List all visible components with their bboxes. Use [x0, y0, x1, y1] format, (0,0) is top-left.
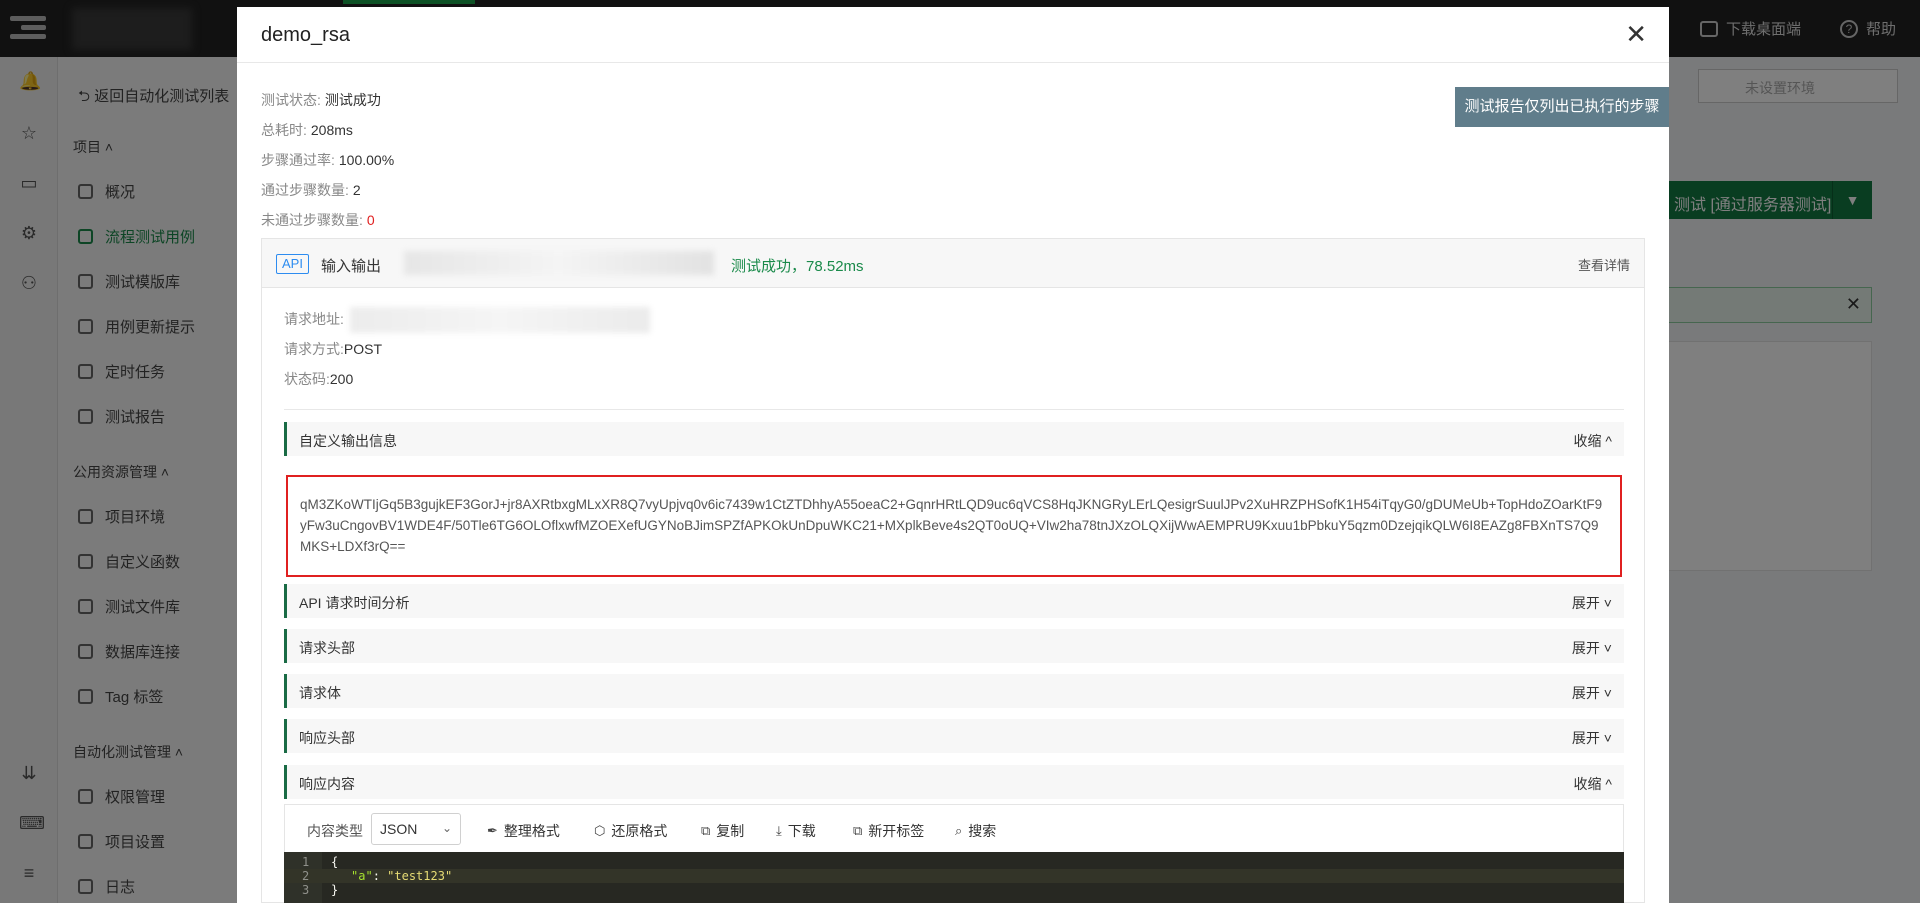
search-icon: ⌕: [955, 823, 963, 838]
modal-header: demo_rsa ✕: [237, 7, 1669, 63]
custom-output-text: qM3ZKoWTIjGq5B3gujkEF3GorJ+jr8AXRtbxgMLx…: [300, 497, 1603, 554]
new-tab-button[interactable]: ⧉ 新开标签: [853, 821, 924, 841]
collapse-toggle[interactable]: 收缩 ^: [1574, 774, 1612, 794]
test-report-modal: demo_rsa ✕ 测试状态: 测试成功 总耗时: 208ms 步骤通过率: 100…: [237, 7, 1669, 903]
section-request-headers[interactable]: 请求头部 展开 ˅: [284, 629, 1624, 663]
cube-icon: ⬡: [594, 823, 606, 838]
summary-passed-count: 通过步骤数量: 2: [261, 182, 361, 198]
summary-status: 测试状态: 测试成功: [261, 92, 381, 108]
view-detail-link[interactable]: 查看详情: [1578, 255, 1630, 274]
custom-output-box: qM3ZKoWTIjGq5B3gujkEF3GorJ+jr8AXRtbxgMLx…: [286, 475, 1622, 577]
content-type-select[interactable]: JSON ⌄: [371, 813, 461, 845]
expand-toggle[interactable]: 展开 ˅: [1572, 593, 1612, 613]
modal-title: demo_rsa: [261, 24, 350, 46]
expand-toggle[interactable]: 展开 ˅: [1572, 728, 1612, 748]
collapse-toggle[interactable]: 收缩 ^: [1574, 431, 1612, 451]
expand-toggle[interactable]: 展开 ˅: [1572, 683, 1612, 703]
section-custom-output[interactable]: 自定义输出信息 收缩 ^: [284, 422, 1624, 456]
summary-failed-count: 未通过步骤数量: 0: [261, 212, 375, 228]
close-icon[interactable]: ✕: [1625, 19, 1647, 50]
summary-pass-rate: 步骤通过率: 100.00%: [261, 152, 395, 168]
request-url-row: 请求地址:: [284, 304, 650, 334]
expand-toggle[interactable]: 展开 ˅: [1572, 638, 1612, 658]
api-status: 测试成功，78.52ms: [731, 258, 864, 275]
executed-steps-tip[interactable]: 测试报告仅列出已执行的步骤: [1455, 87, 1669, 127]
format-button[interactable]: ✒ 整理格式: [487, 821, 560, 841]
section-time-analysis[interactable]: API 请求时间分析 展开 ˅: [284, 584, 1624, 618]
download-icon: ⤓: [776, 823, 782, 838]
divider: [284, 409, 1624, 410]
section-response-content[interactable]: 响应内容 收缩 ^: [284, 765, 1624, 799]
response-code-editor[interactable]: 1 { 2 "a": "test123" 3 }: [284, 852, 1624, 903]
summary-duration: 总耗时: 208ms: [261, 122, 353, 138]
request-info: 请求地址: 请求方式:POST 状态码:200: [284, 304, 650, 394]
api-badge: API: [276, 254, 309, 274]
code-line: 3 }: [302, 883, 339, 897]
blurred-api-url: [404, 251, 714, 275]
section-response-headers[interactable]: 响应头部 展开 ˅: [284, 719, 1624, 753]
api-step-header[interactable]: API 输入输出 测试成功，78.52ms 查看详情: [262, 239, 1644, 288]
blurred-request-url: [349, 307, 650, 334]
code-line: 1 {: [302, 855, 339, 869]
restore-format-button[interactable]: ⬡ 还原格式: [594, 821, 667, 841]
copy-icon: ⧉: [701, 823, 711, 838]
test-summary: 测试状态: 测试成功 总耗时: 208ms 步骤通过率: 100.00% 通过步骤数量…: [261, 85, 394, 235]
copy-button[interactable]: ⧉ 复制: [701, 821, 744, 841]
api-step-card: API 输入输出 测试成功，78.52ms 查看详情 请求地址: 请求方式:PO…: [261, 238, 1645, 903]
hammer-icon: ✒: [487, 823, 498, 838]
download-button[interactable]: ⤓ 下载: [776, 821, 816, 841]
external-link-icon: ⧉: [853, 823, 863, 838]
search-button[interactable]: ⌕ 搜索: [955, 821, 996, 841]
chevron-down-icon: ⌄: [441, 821, 452, 835]
api-name: 输入输出: [321, 258, 382, 275]
response-toolbar: 内容类型 JSON ⌄ ✒ 整理格式 ⬡ 还原格式 ⧉ 复制 ⤓ 下载 ⧉ 新开标签 ⌕ 搜…: [284, 804, 1624, 852]
code-line: 2 "a": "test123": [284, 869, 1624, 883]
request-method-row: 请求方式:POST: [284, 341, 383, 357]
status-code-row: 状态码:200: [284, 371, 354, 387]
section-request-body[interactable]: 请求体 展开 ˅: [284, 674, 1624, 708]
